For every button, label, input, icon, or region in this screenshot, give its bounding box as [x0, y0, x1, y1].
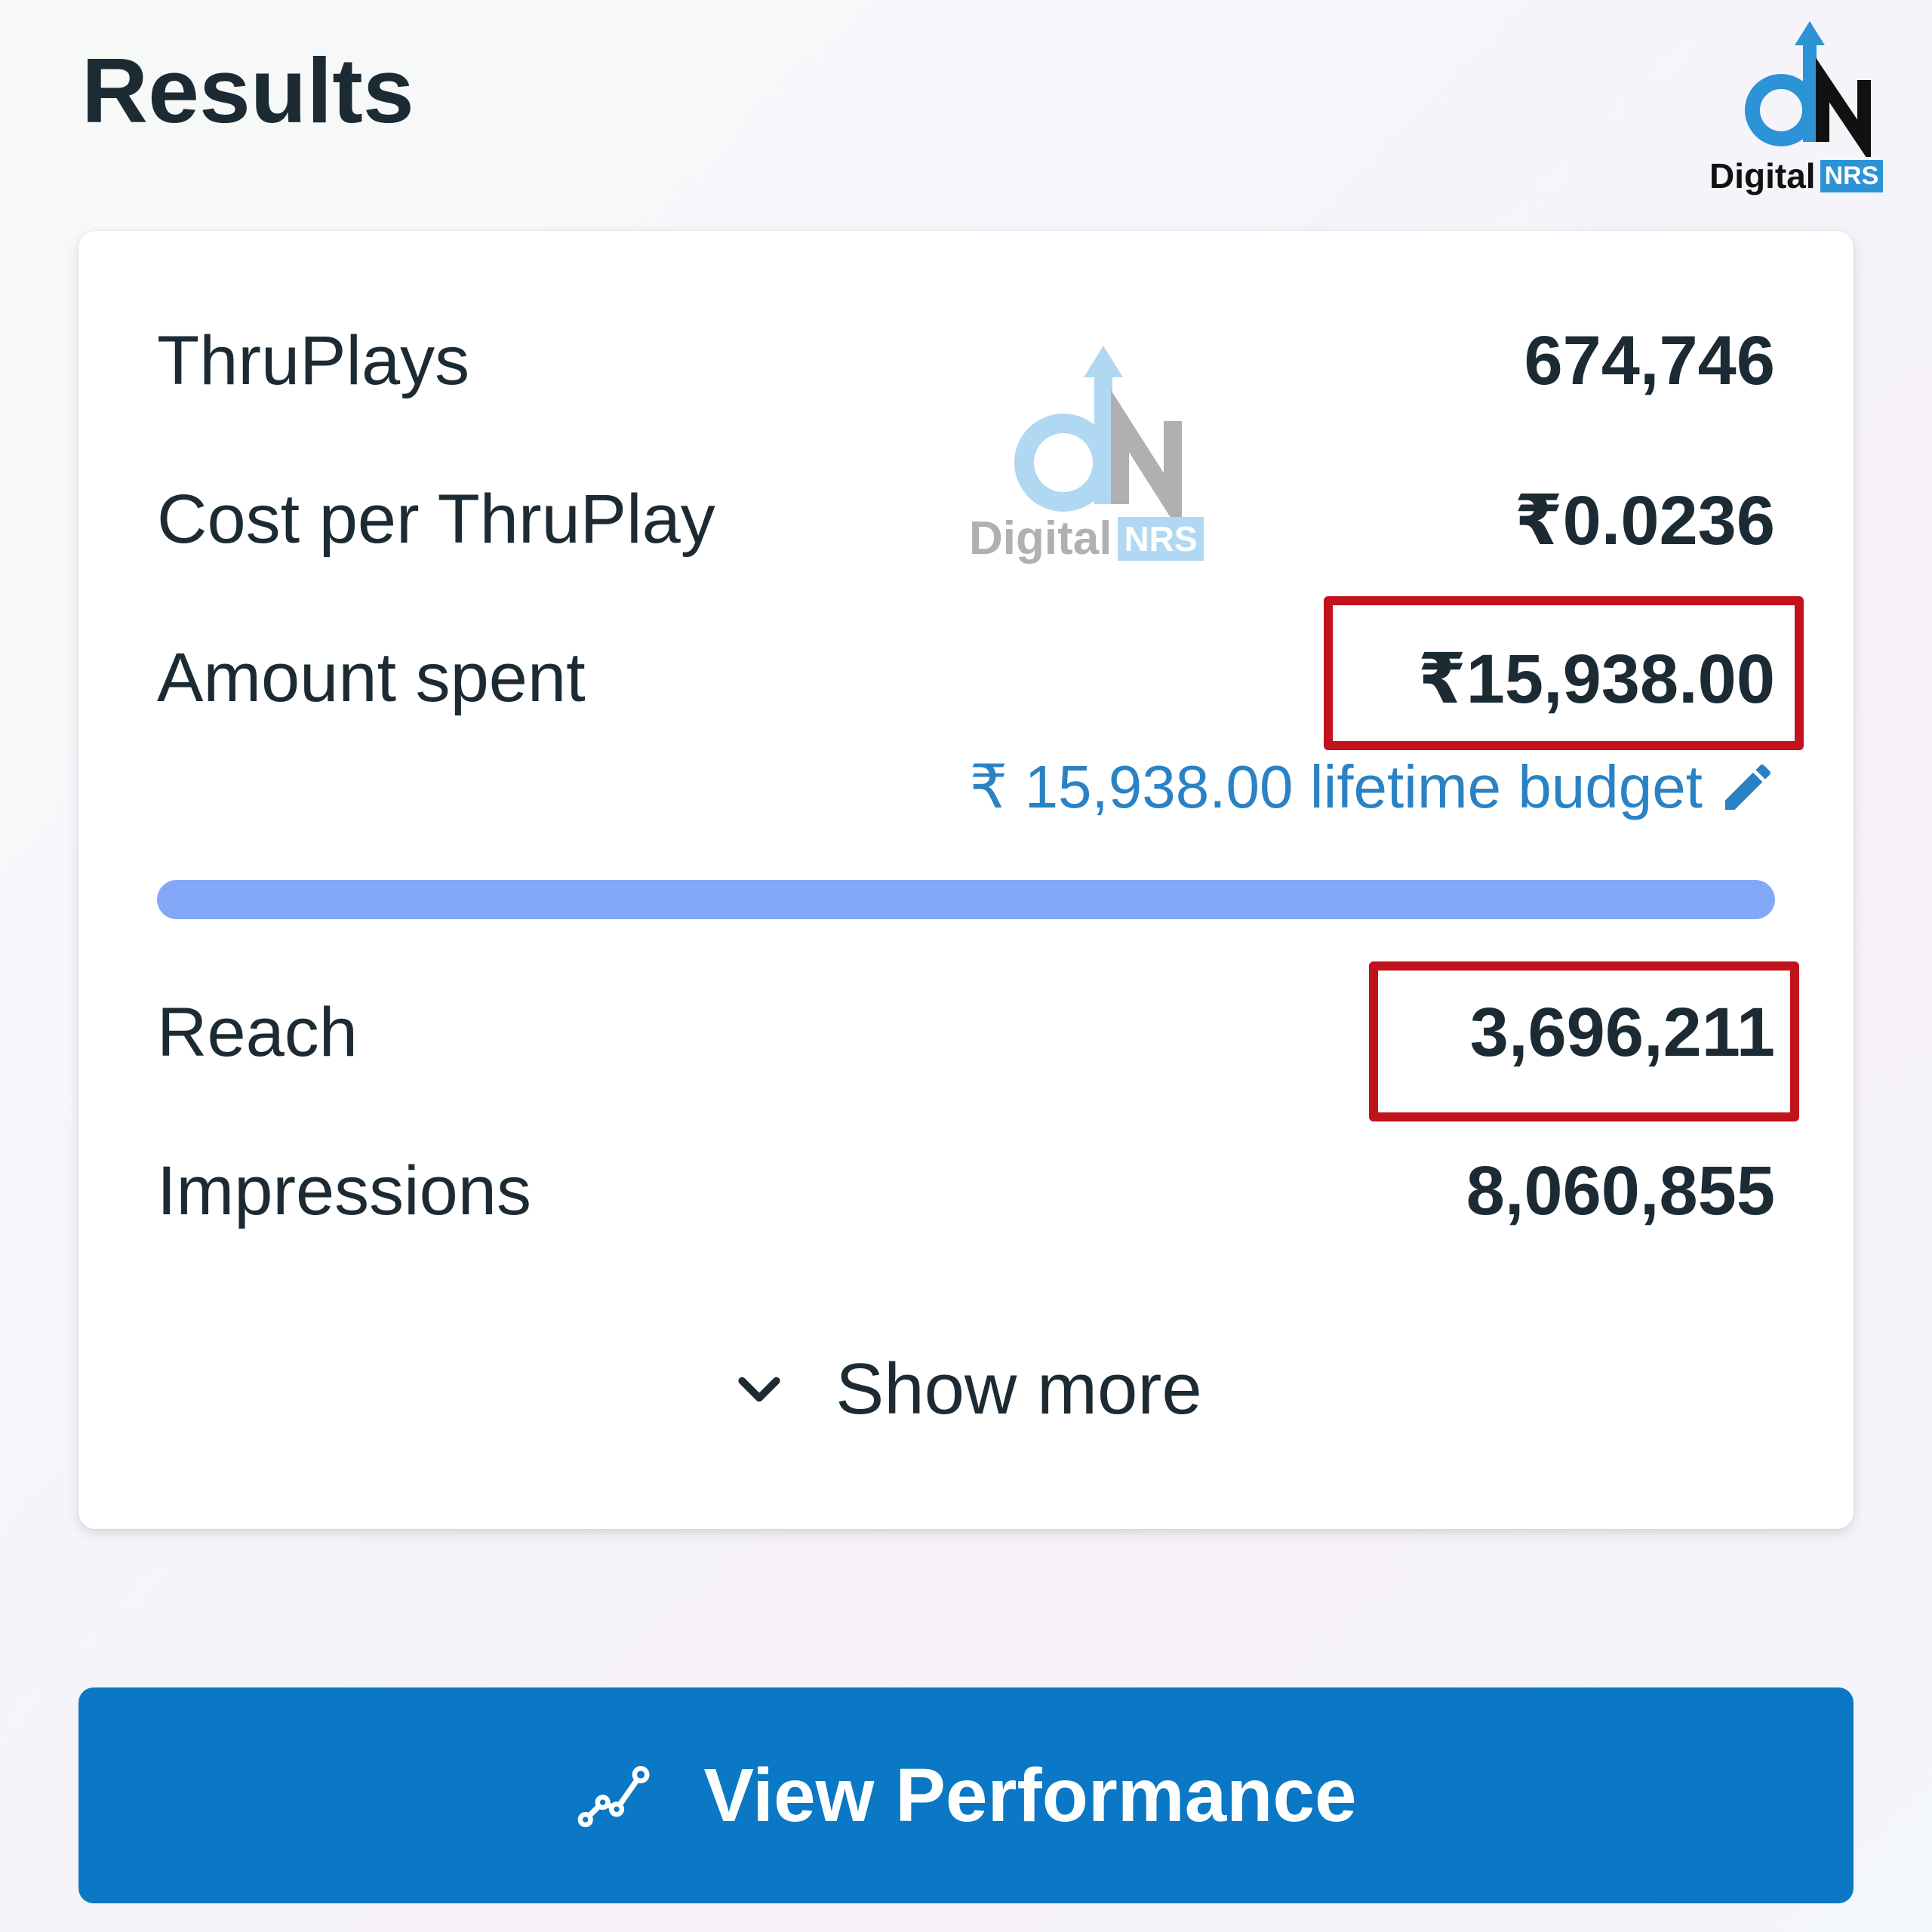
budget-progress-bar — [157, 880, 1775, 919]
brand-name: Digital — [1709, 156, 1816, 195]
metric-row-thruplays: ThruPlays 674,746 — [157, 321, 1775, 405]
chart-line-icon — [578, 1766, 650, 1828]
show-more-label: Show more — [835, 1349, 1202, 1429]
metric-label: Cost per ThruPlay — [157, 481, 715, 558]
metric-label: Reach — [157, 994, 358, 1071]
brand-tag: NRS — [1820, 159, 1884, 192]
metric-value: 8,060,855 — [1466, 1152, 1775, 1229]
metric-value: 674,746 — [1524, 322, 1775, 399]
page-title: Results — [82, 39, 414, 142]
reach-highlight-box — [1369, 961, 1799, 1121]
results-card: Digital NRS ThruPlays 674,746 Cost per T… — [78, 231, 1854, 1529]
amount-spent-highlight-box — [1324, 596, 1804, 750]
metric-row-cost-per-thruplay: Cost per ThruPlay ₹0.0236 — [157, 480, 1775, 563]
pencil-icon[interactable] — [1718, 757, 1778, 817]
budget-progress-fill — [157, 880, 1775, 919]
metric-row-impressions: Impressions 8,060,855 — [157, 1152, 1775, 1235]
lifetime-budget-text: ₹ 15,938.00 lifetime budget — [969, 753, 1703, 820]
view-performance-button[interactable]: View Performance — [78, 1687, 1854, 1903]
metric-label: ThruPlays — [157, 322, 470, 399]
metric-label: Impressions — [157, 1152, 531, 1229]
show-more-button[interactable]: Show more — [78, 1340, 1854, 1438]
metric-label: Amount spent — [157, 639, 586, 716]
metric-value: ₹0.0236 — [1514, 482, 1775, 559]
brand-logo: Digital NRS — [1709, 21, 1898, 195]
lifetime-budget-link[interactable]: ₹ 15,938.00 lifetime budget — [969, 752, 1778, 822]
chevron-down-icon — [738, 1377, 780, 1402]
view-performance-label: View Performance — [703, 1752, 1357, 1838]
brand-logo-icon — [1745, 21, 1871, 165]
